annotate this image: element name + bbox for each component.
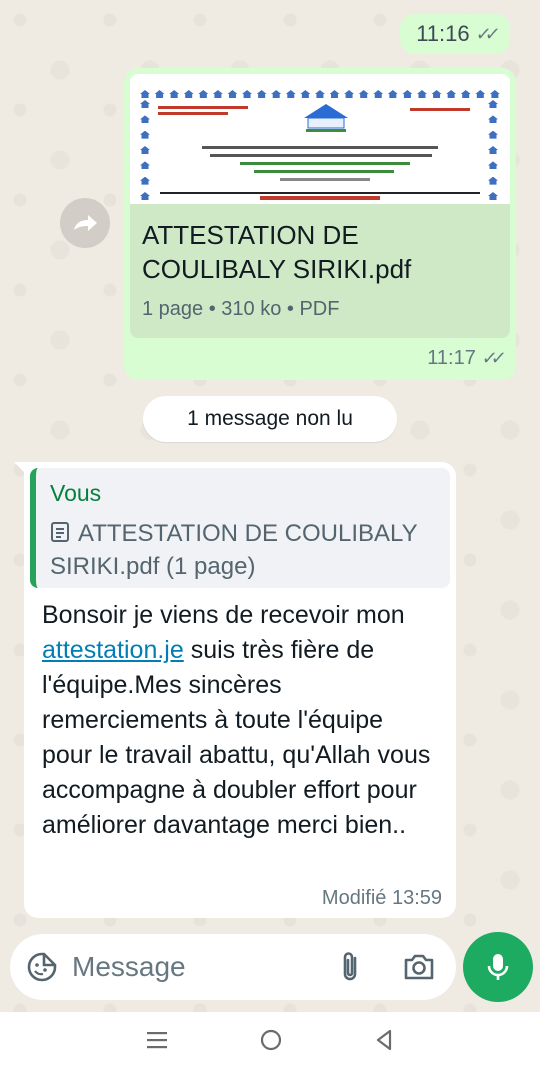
preview-border <box>140 90 500 98</box>
message-input[interactable] <box>72 946 322 988</box>
forward-button[interactable] <box>60 198 110 248</box>
message-time: 11:16 <box>416 21 470 46</box>
sticker-icon[interactable] <box>26 951 58 983</box>
company-logo-icon <box>304 104 348 132</box>
document-icon <box>51 522 69 542</box>
message-text: suis très fière de l'équipe.Mes sincères… <box>42 636 431 839</box>
message-body: Bonsoir je viens de recevoir mon attesta… <box>30 588 450 843</box>
incoming-message-bubble[interactable]: Vous ATTESTATION DE COULIBALY SIRIKI.pdf… <box>14 462 456 918</box>
document-name: ATTESTATION DE COULIBALY SIRIKI.pdf <box>142 220 412 284</box>
voice-message-button[interactable] <box>463 932 533 1002</box>
preview-text-line <box>254 170 394 173</box>
document-preview[interactable] <box>130 74 510 204</box>
preview-text-line <box>158 106 248 109</box>
preview-text-line <box>210 154 432 157</box>
document-message-bubble[interactable]: ATTESTATION DE COULIBALY SIRIKI.pdf 1 pa… <box>124 68 516 380</box>
unread-divider: 1 message non lu <box>143 396 397 442</box>
message-time: Modifié 13:59 <box>321 887 442 909</box>
message-time: 11:17 <box>427 347 476 369</box>
preview-text-line <box>280 178 370 181</box>
document-meta: 1 page • 310 ko • PDF <box>142 298 340 320</box>
outgoing-message-bubble[interactable]: 11:16 ✓✓ <box>400 14 510 54</box>
forward-icon <box>74 215 97 231</box>
preview-border-right <box>488 100 500 200</box>
preview-text-line <box>202 146 438 149</box>
recents-icon[interactable] <box>145 1029 169 1051</box>
preview-divider <box>160 192 480 194</box>
quote-text: ATTESTATION DE COULIBALY SIRIKI.pdf (1 p… <box>50 520 418 580</box>
message-composer <box>10 934 456 1000</box>
double-check-icon: ✓✓ <box>474 23 496 44</box>
camera-icon[interactable] <box>402 952 436 982</box>
quote-author: Vous <box>50 480 102 506</box>
message-link[interactable]: attestation.je <box>42 636 184 664</box>
double-check-icon: ✓✓ <box>480 348 502 368</box>
system-nav-bar <box>0 1012 540 1067</box>
mic-icon <box>487 954 509 980</box>
quoted-message[interactable]: Vous ATTESTATION DE COULIBALY SIRIKI.pdf… <box>30 468 450 588</box>
preview-text-line <box>410 108 470 111</box>
preview-border-left <box>140 100 152 200</box>
home-icon[interactable] <box>259 1028 283 1052</box>
preview-text-line <box>158 112 228 115</box>
document-info[interactable]: ATTESTATION DE COULIBALY SIRIKI.pdf 1 pa… <box>130 204 510 338</box>
preview-text-line <box>240 162 410 165</box>
back-icon[interactable] <box>373 1028 395 1052</box>
preview-text-line <box>260 196 380 200</box>
quote-text-row: ATTESTATION DE COULIBALY SIRIKI.pdf (1 p… <box>50 517 436 583</box>
paperclip-icon[interactable] <box>338 950 362 984</box>
message-text: Bonsoir je viens de recevoir mon <box>42 601 405 629</box>
document-time-row: 11:17 ✓✓ <box>427 347 502 370</box>
